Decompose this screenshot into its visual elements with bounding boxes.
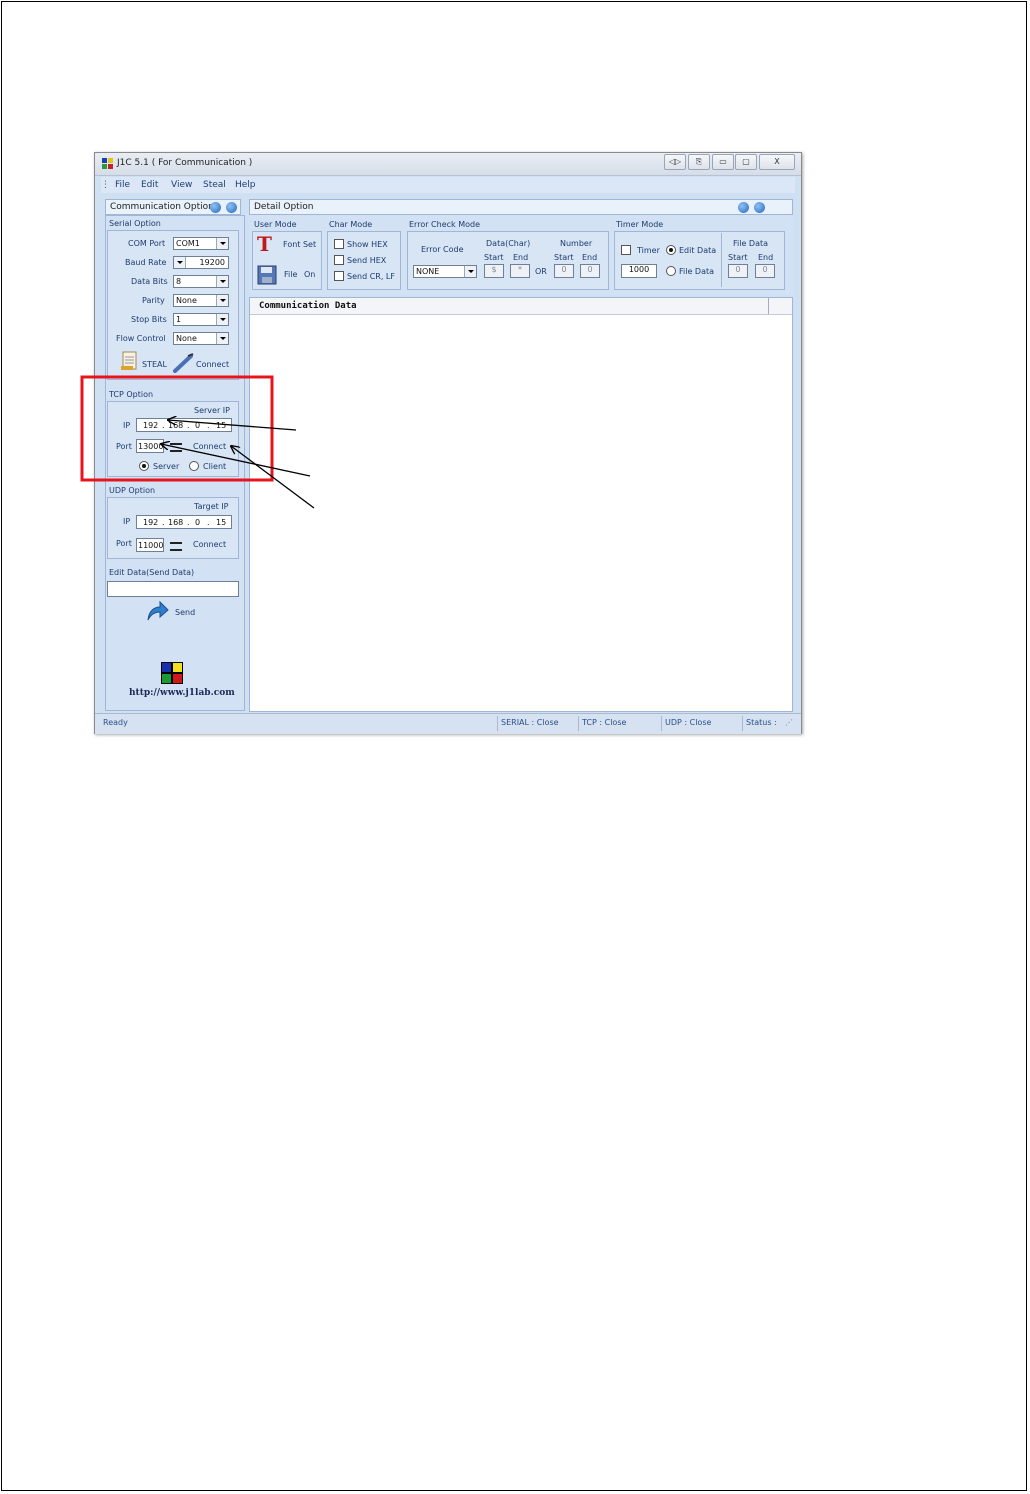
highlight-box	[80, 375, 274, 482]
annotation-overlay	[80, 375, 315, 509]
arrow-to-ip	[168, 420, 297, 431]
